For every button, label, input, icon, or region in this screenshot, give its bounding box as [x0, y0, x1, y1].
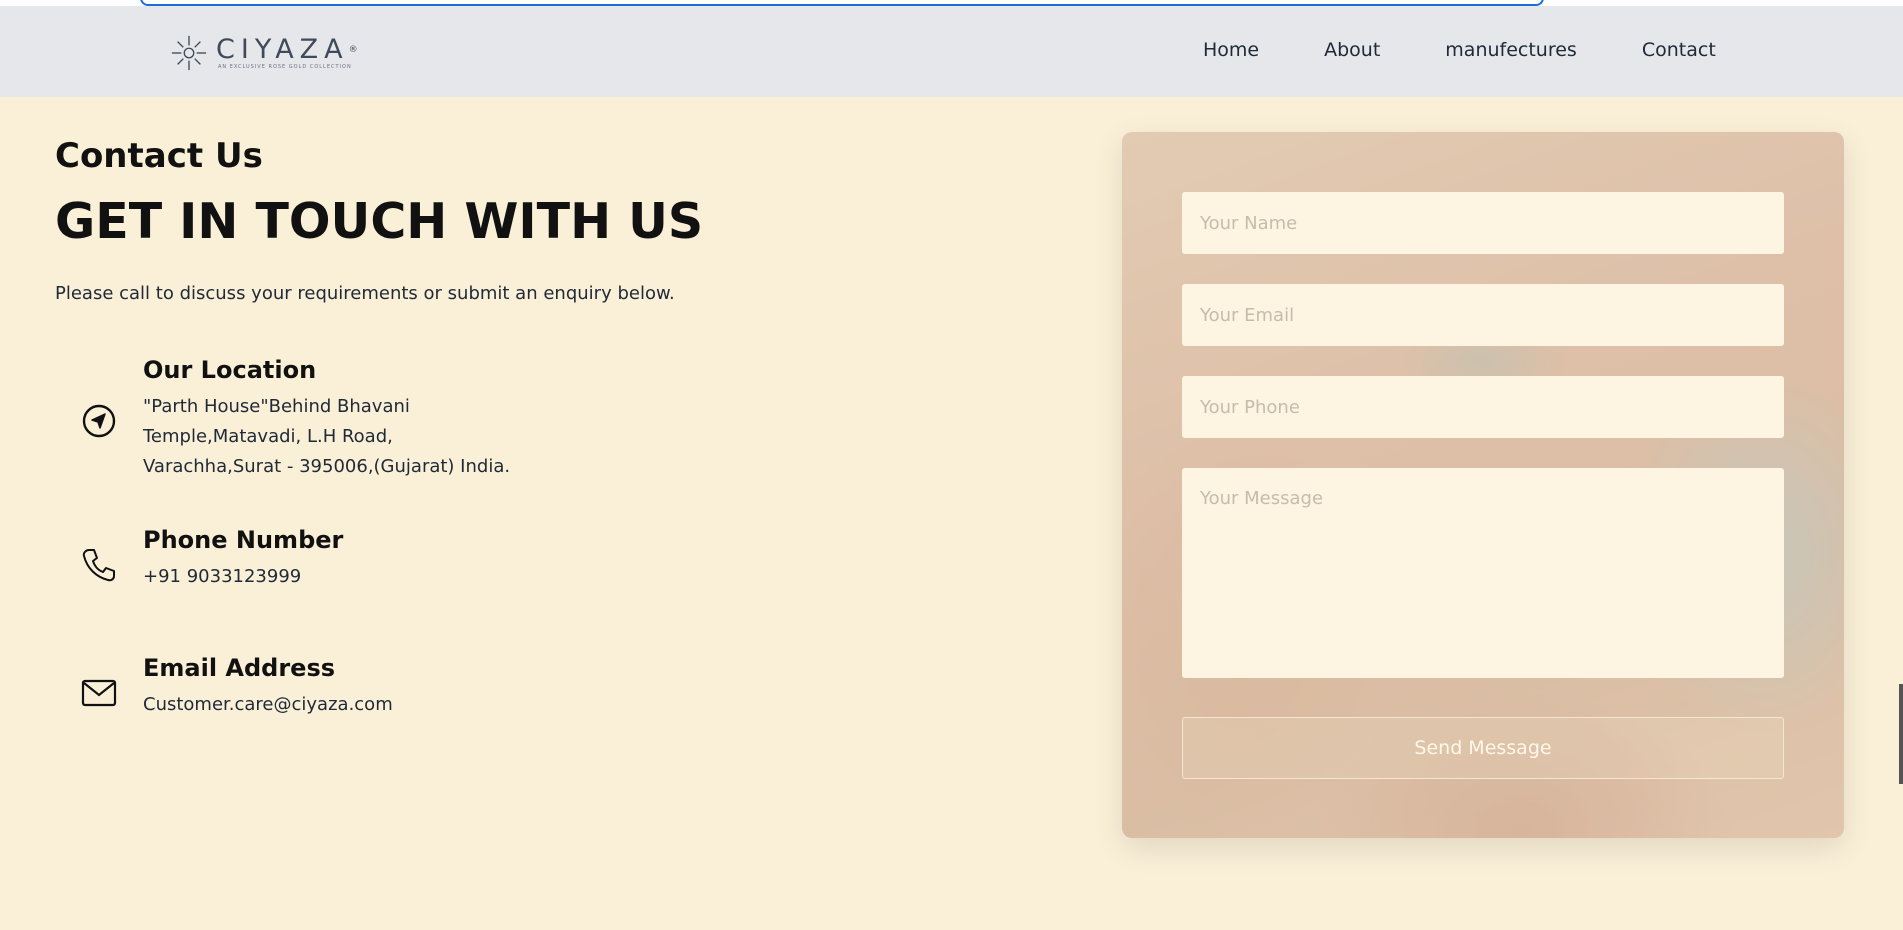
scrollbar-thumb[interactable] — [1899, 684, 1903, 784]
email-input[interactable] — [1182, 284, 1784, 346]
contact-form: Send Message — [1122, 132, 1844, 838]
email-title: Email Address — [143, 654, 336, 682]
main-nav: Home About manufectures Contact — [1203, 39, 1716, 61]
intro-description: Please call to discuss your requirements… — [55, 283, 675, 304]
location-address: "Parth House"Behind Bhavani Temple,Matav… — [143, 392, 563, 482]
address-line-2: Temple,Matavadi, L.H Road, — [143, 426, 393, 447]
brand-logo[interactable]: CIYAZA® AN EXCLUSIVE ROSE GOLD COLLECTIO… — [170, 34, 358, 72]
send-message-button[interactable]: Send Message — [1182, 717, 1784, 779]
envelope-icon — [81, 679, 117, 707]
email-value[interactable]: Customer.care@ciyaza.com — [143, 690, 563, 720]
phone-icon — [82, 549, 115, 582]
nav-manufectures[interactable]: manufectures — [1445, 39, 1577, 61]
phone-input[interactable] — [1182, 376, 1784, 438]
logo-tagline: AN EXCLUSIVE ROSE GOLD COLLECTION — [218, 64, 352, 70]
section-kicker: Contact Us — [55, 136, 263, 176]
phone-value[interactable]: +91 9033123999 — [143, 562, 563, 592]
name-input[interactable] — [1182, 192, 1784, 254]
nav-home[interactable]: Home — [1203, 39, 1259, 61]
page-title: GET IN TOUCH WITH US — [55, 193, 704, 250]
message-textarea[interactable] — [1182, 468, 1784, 678]
contact-info-section: Contact Us GET IN TOUCH WITH US Please c… — [55, 134, 955, 715]
site-header: CIYAZA® AN EXCLUSIVE ROSE GOLD COLLECTIO… — [0, 6, 1903, 97]
address-line-1: "Parth House"Behind Bhavani — [143, 396, 410, 417]
nav-contact[interactable]: Contact — [1642, 39, 1716, 61]
address-line-3: Varachha,Surat - 395006,(Gujarat) India. — [143, 456, 511, 477]
navigation-arrow-icon — [82, 404, 116, 438]
sun-star-icon — [171, 35, 207, 71]
location-title: Our Location — [143, 356, 317, 384]
logo-wordmark: CIYAZA® — [216, 34, 358, 65]
phone-title: Phone Number — [143, 526, 344, 554]
nav-about[interactable]: About — [1324, 39, 1380, 61]
